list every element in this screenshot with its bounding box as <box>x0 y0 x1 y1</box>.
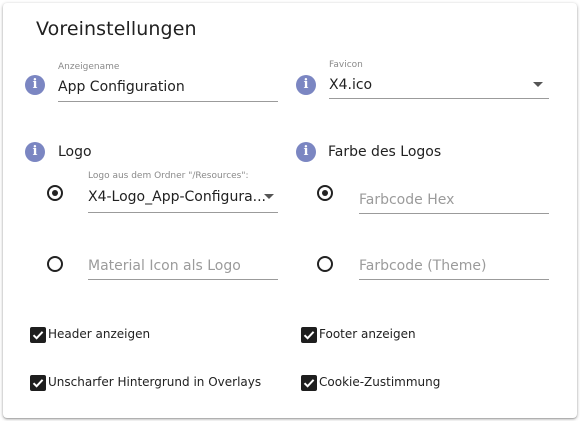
blur-checkbox-label: Unscharfer Hintergrund in Overlays <box>48 375 262 389</box>
checkmark-icon <box>303 331 315 340</box>
radio-selected-dot <box>322 190 328 196</box>
favicon-select-value[interactable]: X4.ico <box>329 77 372 93</box>
app-name-underline <box>58 101 278 102</box>
logo-resource-radio[interactable] <box>47 185 63 201</box>
checkmark-icon <box>32 331 44 340</box>
checkmark-icon <box>303 379 315 388</box>
logo-resource-chevron-down-icon[interactable] <box>264 194 274 199</box>
blur-checkbox[interactable] <box>30 375 46 391</box>
checkmark-icon <box>32 379 44 388</box>
cookie-checkbox-label: Cookie-Zustimmung <box>319 375 441 389</box>
logo-color-info-icon[interactable]: i <box>296 142 316 162</box>
logo-resource-select-value[interactable]: X4-Logo_App-Configura... <box>88 189 266 205</box>
favicon-chevron-down-icon[interactable] <box>533 82 543 87</box>
header-checkbox-label: Header anzeigen <box>48 327 151 341</box>
header-checkbox[interactable] <box>30 327 46 343</box>
app-name-input[interactable]: App Configuration <box>58 79 185 95</box>
logo-color-section-label: Farbe des Logos <box>328 144 442 160</box>
color-theme-input[interactable]: Farbcode (Theme) <box>359 258 486 274</box>
favicon-underline <box>329 98 549 99</box>
card-title: Voreinstellungen <box>36 18 197 40</box>
color-theme-underline <box>359 279 549 280</box>
favicon-label: Favicon <box>329 60 363 70</box>
color-hex-radio[interactable] <box>317 185 333 201</box>
app-name-info-icon[interactable]: i <box>25 75 45 95</box>
material-icon-input[interactable]: Material Icon als Logo <box>88 258 241 274</box>
footer-checkbox[interactable] <box>301 327 317 343</box>
color-hex-input[interactable]: Farbcode Hex <box>359 192 454 208</box>
material-icon-radio[interactable] <box>47 256 63 272</box>
color-hex-underline <box>359 213 549 214</box>
favicon-info-icon[interactable]: i <box>296 75 316 95</box>
logo-info-icon[interactable]: i <box>25 142 45 162</box>
logo-resource-label: Logo aus dem Ordner "/Resources": <box>88 171 249 181</box>
logo-section-label: Logo <box>58 144 92 160</box>
cookie-checkbox[interactable] <box>301 375 317 391</box>
logo-resource-underline <box>88 212 278 213</box>
footer-checkbox-label: Footer anzeigen <box>319 327 416 341</box>
color-theme-radio[interactable] <box>317 256 333 272</box>
material-icon-underline <box>88 279 278 280</box>
app-name-label: Anzeigename <box>58 62 120 72</box>
radio-selected-dot <box>52 190 58 196</box>
